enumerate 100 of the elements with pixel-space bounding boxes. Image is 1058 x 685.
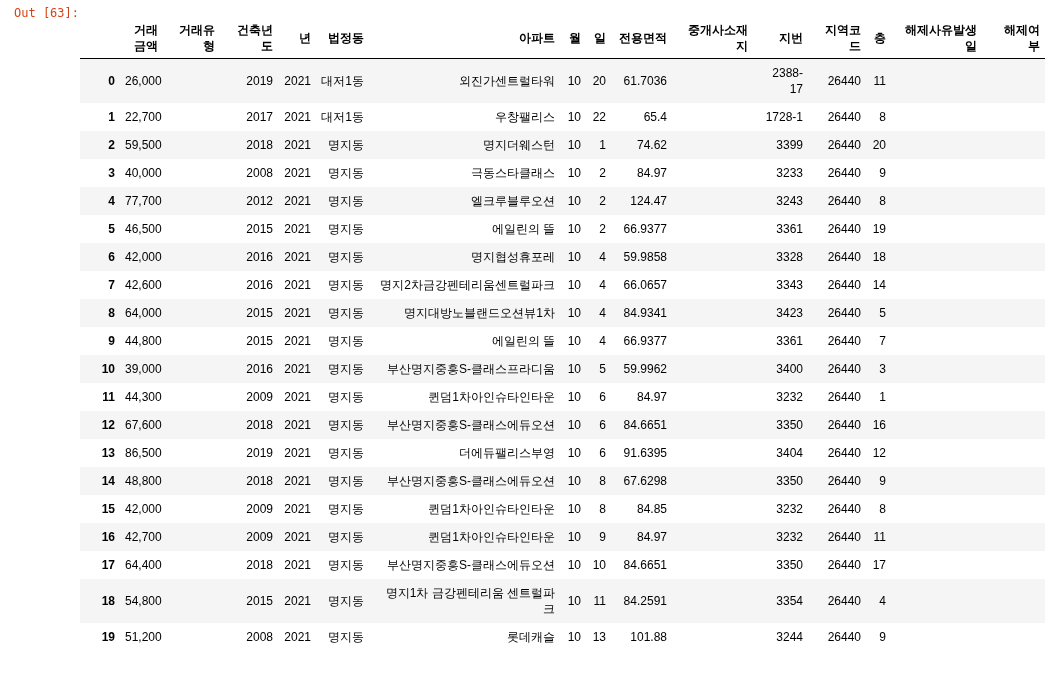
table-cell: 26440 xyxy=(827,110,861,124)
table-cell: 명지동 xyxy=(328,250,364,264)
table-cell: 101.88 xyxy=(630,630,667,644)
table-cell: 3361 xyxy=(776,334,803,348)
table-cell: 10 xyxy=(567,250,581,264)
table-cell: 2021 xyxy=(284,250,311,264)
table-cell: 1 xyxy=(879,390,886,404)
table-cell: 11 xyxy=(873,530,886,544)
table-cell: 54,800 xyxy=(125,594,162,608)
table-cell: 4 xyxy=(879,594,886,608)
table-cell: 10 xyxy=(567,334,581,348)
table-cell: 에일린의 뜰 xyxy=(491,334,555,348)
table-cell: 극동스타클래스 xyxy=(471,166,555,180)
table-cell: 3232 xyxy=(776,390,803,404)
table-cell: 3399 xyxy=(776,138,803,152)
table-cell: 6 xyxy=(599,390,606,404)
row-index: 6 xyxy=(80,243,120,271)
table-cell: 2015 xyxy=(246,306,273,320)
table-cell: 3232 xyxy=(776,502,803,516)
table-cell: 10 xyxy=(567,530,581,544)
column-header: 거래유형 xyxy=(163,18,220,59)
table-cell: 2021 xyxy=(284,390,311,404)
table-cell: 10 xyxy=(567,362,581,376)
table-cell: 10 xyxy=(567,278,581,292)
table-cell: 6 xyxy=(599,446,606,460)
table-cell: 2009 xyxy=(246,390,273,404)
table-cell: 74.62 xyxy=(636,138,667,152)
table-cell: 명지협성휴포레 xyxy=(471,250,555,264)
table-cell: 명지2차금강펜테리움센트럴파크 xyxy=(380,278,555,292)
table-cell: 13 xyxy=(592,630,606,644)
table-cell: 2 xyxy=(599,194,606,208)
table-cell: 77,700 xyxy=(125,194,162,208)
table-cell: 2021 xyxy=(284,530,311,544)
table-cell: 퀸덤1차아인슈타인타운 xyxy=(428,502,555,516)
table-cell: 26440 xyxy=(827,362,861,376)
table-cell: 26440 xyxy=(827,166,861,180)
table-cell: 3328 xyxy=(776,250,803,264)
table-cell: 부산명지중흥S-클래스에듀오션 xyxy=(387,418,555,432)
table-cell: 8 xyxy=(599,474,606,488)
table-cell: 3423 xyxy=(776,306,803,320)
table-cell: 84.97 xyxy=(636,390,667,404)
table-cell: 66.9377 xyxy=(623,334,667,348)
table-cell: 명지동 xyxy=(328,558,364,572)
table-cell: 2015 xyxy=(246,594,273,608)
table-cell: 명지동 xyxy=(328,166,364,180)
row-index: 8 xyxy=(80,299,120,327)
column-header: 년 xyxy=(278,18,316,59)
table-cell: 8 xyxy=(879,502,886,516)
table-cell: 67.6298 xyxy=(623,474,667,488)
table-cell: 2021 xyxy=(284,630,311,644)
table-cell: 84.6651 xyxy=(623,418,667,432)
table-cell: 10 xyxy=(592,558,606,572)
table-cell: 4 xyxy=(599,334,606,348)
table-cell: 59.9858 xyxy=(623,250,667,264)
table-cell: 64,400 xyxy=(125,558,162,572)
table-cell: 4 xyxy=(599,278,606,292)
row-index: 4 xyxy=(80,187,120,215)
column-header: 법정동 xyxy=(316,18,369,59)
row-index: 2 xyxy=(80,131,120,159)
table-cell: 22,700 xyxy=(125,110,162,124)
table-cell: 20 xyxy=(872,138,886,152)
table-cell: 3361 xyxy=(776,222,803,236)
table-cell: 42,700 xyxy=(125,530,162,544)
table-cell: 26440 xyxy=(827,474,861,488)
table-cell: 퀸덤1차아인슈타인타운 xyxy=(428,390,555,404)
table-cell: 롯데캐슬 xyxy=(507,630,555,644)
table-cell: 부산명지중흥S-클래스에듀오션 xyxy=(387,474,555,488)
table-cell: 44,300 xyxy=(125,390,162,404)
table-cell: 2021 xyxy=(284,418,311,432)
table-cell: 8 xyxy=(879,194,886,208)
table-cell: 67,600 xyxy=(125,418,162,432)
table-cell: 명지동 xyxy=(328,630,364,644)
table-cell: 2019 xyxy=(246,446,273,460)
table-cell: 명지동 xyxy=(328,362,364,376)
table-cell: 명지동 xyxy=(328,138,364,152)
table-cell: 10 xyxy=(567,502,581,516)
column-header: 전용면적 xyxy=(611,18,672,59)
table-cell: 10 xyxy=(567,446,581,460)
column-header: 중개사소재지 xyxy=(672,18,753,59)
table-cell: 10 xyxy=(567,630,581,644)
table-cell: 3350 xyxy=(776,474,803,488)
table-cell: 2016 xyxy=(246,362,273,376)
table-cell: 14 xyxy=(872,278,886,292)
table-cell: 2021 xyxy=(284,362,311,376)
table-cell: 86,500 xyxy=(125,446,162,460)
table-cell: 5 xyxy=(879,306,886,320)
row-index: 11 xyxy=(80,383,120,411)
table-cell: 2021 xyxy=(284,558,311,572)
table-cell: 2021 xyxy=(284,166,311,180)
table-cell: 18 xyxy=(872,250,886,264)
table-cell: 2021 xyxy=(284,446,311,460)
table-cell: 부산명지중흥S-클래스에듀오션 xyxy=(387,558,555,572)
table-cell: 11 xyxy=(593,594,606,608)
row-index: 15 xyxy=(80,495,120,523)
table-cell: 9 xyxy=(879,630,886,644)
table-cell: 59,500 xyxy=(125,138,162,152)
table-cell: 2008 xyxy=(246,630,273,644)
table-cell: 4 xyxy=(599,250,606,264)
table-cell: 10 xyxy=(567,194,581,208)
table-cell: 더에듀팰리스부영 xyxy=(459,446,555,460)
